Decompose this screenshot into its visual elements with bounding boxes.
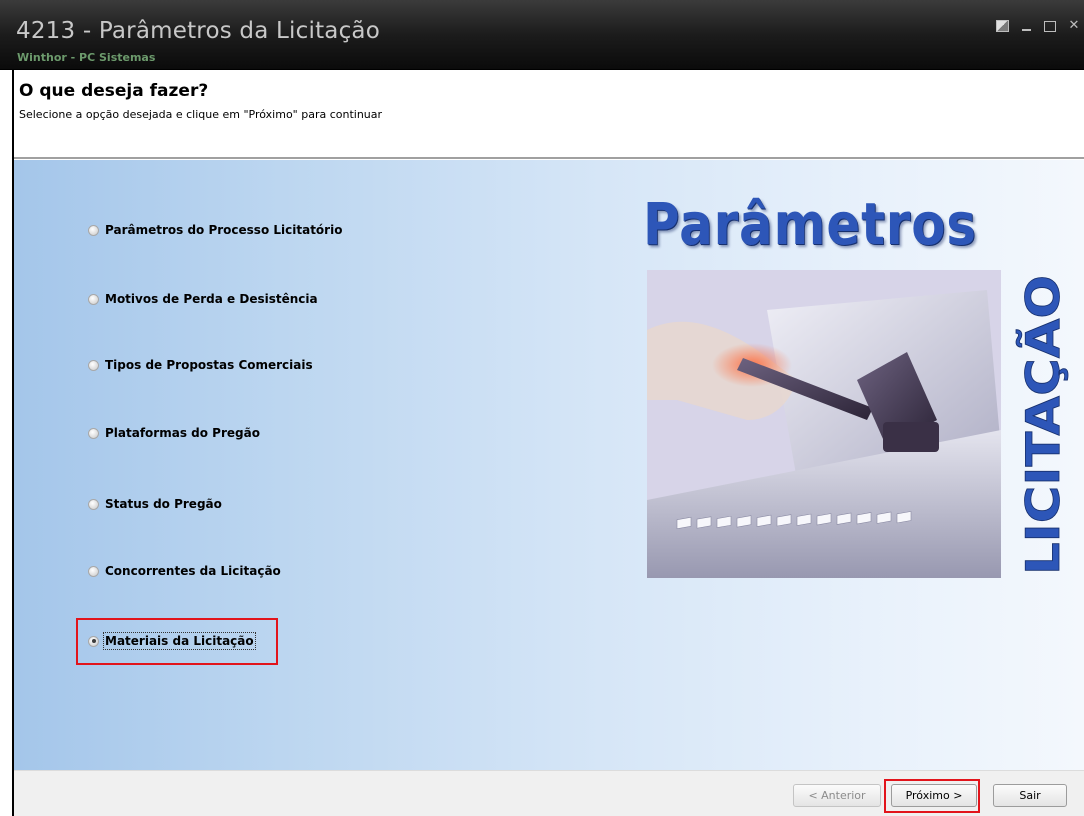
option-motivos-perda[interactable]: Motivos de Perda e Desistência bbox=[88, 290, 318, 308]
window-subtitle: Winthor - PC Sistemas bbox=[17, 51, 156, 64]
maximize-icon[interactable] bbox=[1042, 19, 1058, 33]
banner-graphic: Parâmetros LICITAÇÃO bbox=[639, 190, 1079, 600]
gavel-illustration bbox=[647, 270, 1001, 578]
page-description: Selecione a opção desejada e clique em "… bbox=[19, 108, 383, 121]
minimize-icon[interactable] bbox=[1018, 19, 1034, 33]
close-icon[interactable]: ✕ bbox=[1066, 19, 1082, 33]
options-panel: Parâmetros do Processo Licitatório Motiv… bbox=[14, 160, 1084, 770]
option-plataformas-pregao[interactable]: Plataformas do Pregão bbox=[88, 424, 260, 442]
option-tipos-propostas[interactable]: Tipos de Propostas Comerciais bbox=[88, 356, 313, 374]
option-label: Concorrentes da Licitação bbox=[105, 564, 281, 578]
vertical-word: LICITAÇÃO bbox=[1015, 275, 1069, 575]
window-controls: ✕ bbox=[994, 19, 1082, 33]
title-bar[interactable]: 4213 - Parâmetros da Licitação Winthor -… bbox=[0, 0, 1084, 70]
wizard-window: 4213 - Parâmetros da Licitação Winthor -… bbox=[0, 0, 1084, 816]
option-label: Motivos de Perda e Desistência bbox=[105, 292, 318, 306]
radio-icon[interactable] bbox=[88, 359, 99, 371]
radio-icon[interactable] bbox=[88, 224, 99, 236]
radio-icon[interactable] bbox=[88, 565, 99, 577]
selection-highlight bbox=[76, 618, 278, 665]
window-title: 4213 - Parâmetros da Licitação bbox=[16, 18, 380, 44]
vertical-word-graphic: LICITAÇÃO bbox=[1015, 275, 1069, 575]
radio-icon[interactable] bbox=[88, 498, 99, 510]
page-title: O que deseja fazer? bbox=[19, 81, 209, 101]
radio-icon[interactable] bbox=[88, 293, 99, 305]
radio-icon[interactable] bbox=[88, 427, 99, 439]
wizard-header: O que deseja fazer? Selecione a opção de… bbox=[14, 70, 1084, 158]
option-label: Status do Pregão bbox=[105, 497, 222, 511]
restore-icon[interactable] bbox=[994, 19, 1010, 33]
option-label: Tipos de Propostas Comerciais bbox=[105, 358, 313, 372]
gavel-keyboard-photo bbox=[647, 270, 1001, 578]
option-parametros-processo[interactable]: Parâmetros do Processo Licitatório bbox=[88, 221, 342, 239]
option-concorrentes[interactable]: Concorrentes da Licitação bbox=[88, 562, 281, 580]
next-button-highlight bbox=[884, 779, 980, 813]
option-status-pregao[interactable]: Status do Pregão bbox=[88, 495, 222, 513]
exit-button[interactable]: Sair bbox=[993, 784, 1067, 807]
option-label: Parâmetros do Processo Licitatório bbox=[105, 223, 343, 237]
previous-button[interactable]: < Anterior bbox=[793, 784, 881, 807]
option-label: Plataformas do Pregão bbox=[105, 426, 260, 440]
wizard-footer: < Anterior Próximo > Sair bbox=[14, 770, 1084, 816]
banner-title: Parâmetros bbox=[643, 190, 977, 258]
